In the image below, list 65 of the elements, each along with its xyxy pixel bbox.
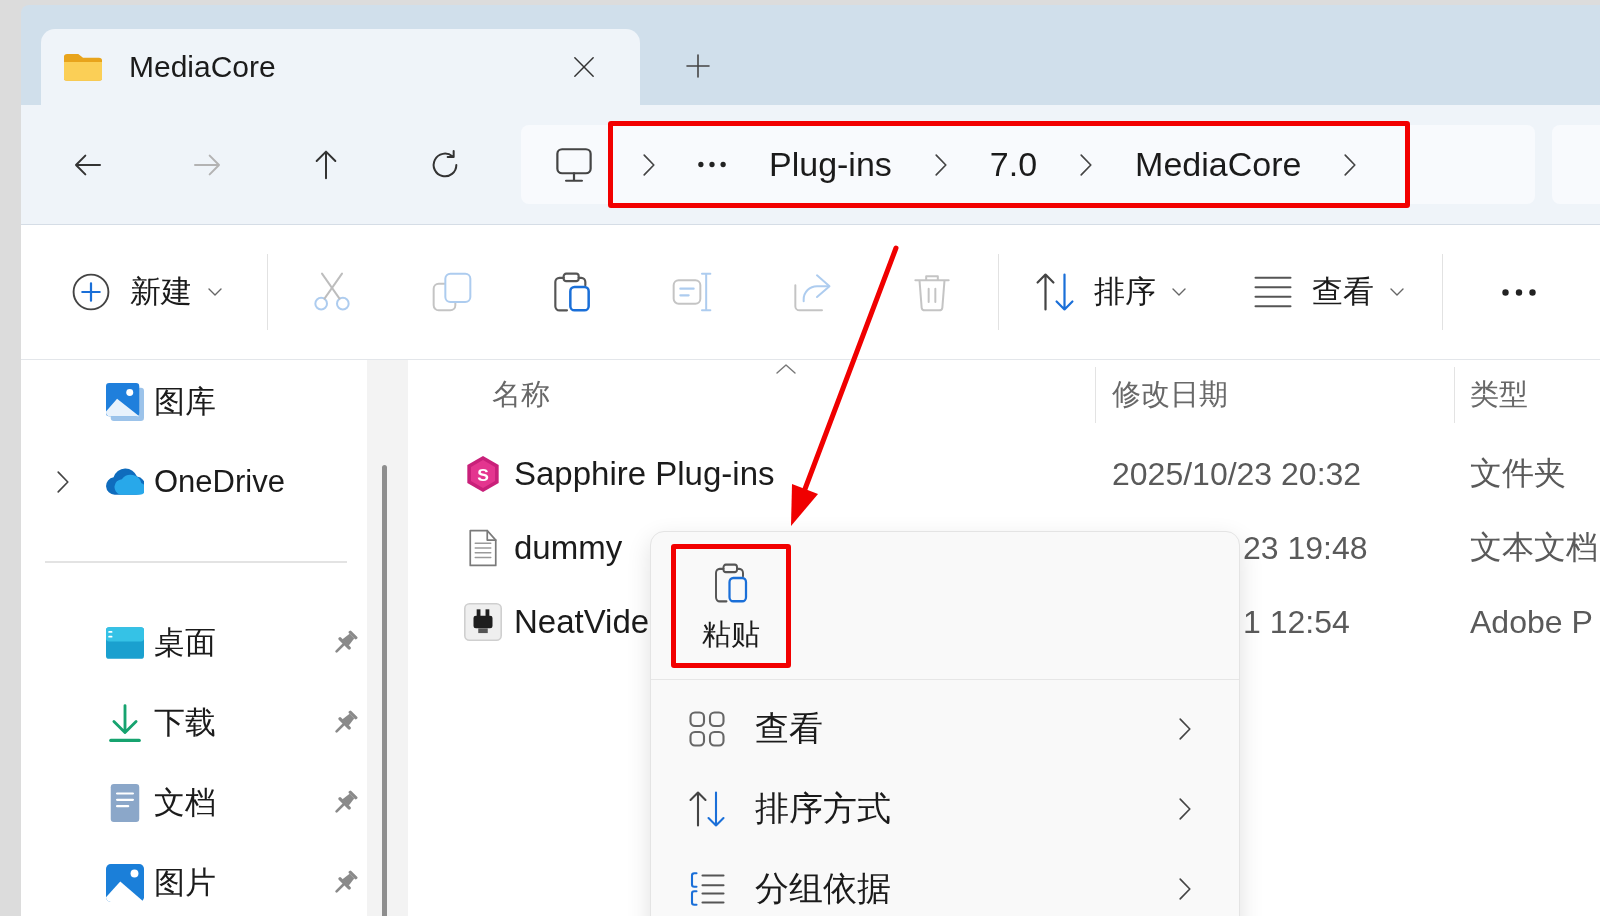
folder-icon	[64, 52, 102, 82]
plus-circle-icon	[72, 273, 110, 311]
app-icon: S	[464, 455, 502, 493]
column-header[interactable]: 类型	[1470, 375, 1528, 415]
chevron-right-icon[interactable]	[643, 153, 655, 176]
copy-icon	[432, 272, 472, 312]
chevron-right-icon[interactable]	[1080, 153, 1093, 176]
sidebar-item[interactable]: 图片	[154, 862, 332, 904]
sidebar-item[interactable]: 文档	[154, 782, 332, 824]
file-name[interactable]: NeatVide	[514, 603, 650, 641]
breadcrumb[interactable]: MediaCore	[1135, 145, 1302, 184]
plus-icon	[686, 54, 710, 78]
date-cell: 1 12:54	[1243, 603, 1350, 640]
sort-arrows-icon	[689, 791, 725, 827]
computer-icon	[555, 146, 593, 183]
rename-icon	[672, 272, 712, 312]
chevron-right-icon[interactable]	[1344, 153, 1357, 176]
clipboard-icon	[713, 563, 749, 603]
menu-item[interactable]: 分组依据	[755, 866, 1179, 912]
file-name[interactable]: Sapphire Plug-ins	[514, 455, 775, 493]
gallery-icon	[106, 383, 144, 421]
scissors-icon	[312, 272, 352, 312]
sidebar-item[interactable]: 桌面	[154, 622, 332, 664]
download-icon	[106, 704, 144, 742]
caret-down-icon	[208, 288, 222, 296]
tab[interactable]: MediaCore	[41, 29, 640, 105]
type-cell: 文本文档	[1470, 529, 1598, 565]
column-header[interactable]: 名称	[492, 375, 550, 415]
sidebar-item[interactable]: 下载	[154, 702, 332, 744]
sidebar-item[interactable]: OneDrive	[154, 464, 358, 500]
scrollbar-thumb[interactable]	[382, 465, 387, 916]
menu-item[interactable]: 查看	[755, 706, 1179, 752]
sidebar-item[interactable]: 图库	[154, 381, 358, 423]
text-file-icon	[466, 529, 500, 567]
share-icon	[792, 272, 832, 312]
chevron-right-icon[interactable]	[934, 153, 947, 176]
new-tab-button[interactable]	[684, 52, 712, 80]
date-cell: 2025/10/23 20:32	[1112, 455, 1362, 492]
type-cell: Adobe P	[1470, 603, 1593, 640]
paste-button[interactable]: 粘贴	[676, 549, 786, 663]
desktop-icon	[106, 624, 144, 662]
sort-button[interactable]: 排序	[1028, 263, 1194, 321]
caret-down-icon	[1390, 288, 1404, 296]
grid-icon	[689, 711, 725, 747]
new-button[interactable]: 新建	[64, 263, 230, 321]
plugin-icon	[464, 603, 502, 641]
picture-icon	[106, 864, 144, 902]
view-button[interactable]: 查看	[1246, 263, 1412, 321]
clipboard-icon	[552, 272, 592, 312]
sort-arrows-icon	[1036, 273, 1074, 311]
close-tab-button[interactable]	[571, 54, 597, 80]
more-icon	[1502, 288, 1536, 296]
date-cell: 23 19:48	[1243, 529, 1368, 566]
menu-item[interactable]: 排序方式	[755, 786, 1179, 832]
close-icon	[573, 56, 595, 78]
caret-down-icon	[1172, 288, 1186, 296]
ellipsis-icon	[698, 161, 726, 168]
column-header[interactable]: 修改日期	[1112, 375, 1228, 415]
expand-chevron-icon[interactable]	[57, 471, 69, 493]
trash-icon	[912, 272, 952, 312]
group-list-icon	[689, 871, 725, 907]
breadcrumb[interactable]: 7.0	[989, 145, 1038, 184]
file-name[interactable]: dummy	[514, 529, 623, 567]
breadcrumb[interactable]: Plug-ins	[769, 145, 892, 184]
type-cell: 文件夹	[1470, 455, 1566, 491]
